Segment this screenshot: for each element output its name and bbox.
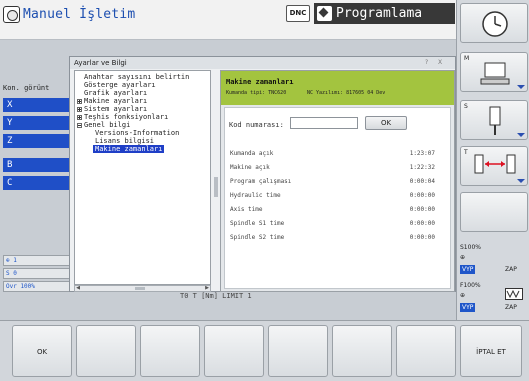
scroll-right-icon[interactable]: ▶ xyxy=(204,286,210,291)
collapse-icon[interactable] xyxy=(77,122,82,128)
softkey-cancel[interactable]: İPTAL ET xyxy=(460,325,522,377)
right-softkey-column: M S T S100% ⊕ VYP ZAP F100% ⊕ VYP ZAP xyxy=(456,0,529,320)
tool-status-value: 1 xyxy=(13,257,17,264)
softkey-6[interactable] xyxy=(332,325,392,377)
nc-software-label: NC Yazılımı: 817605 04 Dev xyxy=(307,90,386,96)
tree-item-machine-settings[interactable]: Makine ayarları xyxy=(77,97,147,105)
row-value-spindle-s2-time: 0:00:00 xyxy=(409,234,435,241)
close-icon[interactable]: X xyxy=(438,59,442,66)
dialog-title: Ayarlar ve Bilgi xyxy=(70,57,455,69)
override-status: Ovr 100% xyxy=(3,281,71,292)
manual-mode-icon xyxy=(3,5,20,23)
tree-item-keynumber[interactable]: Anahtar sayısını belirtin xyxy=(84,73,189,81)
softkey-2[interactable] xyxy=(76,325,136,377)
expand-icon[interactable] xyxy=(77,98,82,104)
machine-times-title: Makine zamanları xyxy=(226,78,294,86)
spindle-status: S 0 xyxy=(3,268,71,279)
axis-b: B xyxy=(3,158,71,172)
tree-item-label: Genel bilgi xyxy=(84,121,131,129)
machine-times-pane: Makine zamanları Kumanda tipi: TNC620 NC… xyxy=(220,70,455,292)
row-label-program-run: Program çalışması xyxy=(230,178,292,185)
machine-times-header: Makine zamanları Kumanda tipi: TNC620 NC… xyxy=(221,71,454,105)
operating-mode-label: Manuel İşletim xyxy=(23,6,136,22)
row-value-control-on: 1:23:07 xyxy=(409,150,435,157)
row-value-axis-time: 0:00:00 xyxy=(409,206,435,213)
feed-vyp-badge: VYP xyxy=(460,303,476,312)
scroll-thumb[interactable] xyxy=(135,287,145,290)
top-status-bar: Manuel İşletim DNC Programlama xyxy=(0,0,456,40)
row-value-hydraulic-time: 0:00:00 xyxy=(409,192,435,199)
axis-c: C xyxy=(3,176,71,190)
softkey-ok[interactable]: OK xyxy=(12,325,72,377)
tree-horizontal-scrollbar[interactable]: ◀ ▶ xyxy=(74,285,211,292)
row-label-control-on: Kumanda açık xyxy=(230,150,274,157)
row-value-machine-on: 1:22:32 xyxy=(409,164,435,171)
help-icon[interactable]: ? xyxy=(425,59,428,66)
spindle-softkey[interactable]: S xyxy=(460,100,528,140)
softkey-7[interactable] xyxy=(396,325,456,377)
scroll-left-icon[interactable]: ◀ xyxy=(75,286,81,291)
tree-item-system-settings[interactable]: Sistem ayarları xyxy=(77,105,147,113)
code-number-input[interactable] xyxy=(290,117,358,129)
dropdown-indicator-icon xyxy=(517,85,525,89)
tree-item-license[interactable]: Lisans bilgisi xyxy=(95,137,154,145)
code-ok-button[interactable]: OK xyxy=(365,116,407,130)
dnc-indicator: DNC xyxy=(286,5,310,22)
feed-override-value: F100% xyxy=(460,282,481,289)
clock-icon xyxy=(482,11,508,37)
tool-icon: ⊕ xyxy=(6,257,10,264)
softkey-4[interactable] xyxy=(204,325,264,377)
spindle-zap-label: ZAP xyxy=(505,266,517,273)
tree-item-label: Teşhis fonksiyonları xyxy=(84,113,169,121)
softkey-5[interactable] xyxy=(268,325,328,377)
tool-status: ⊕ 1 xyxy=(3,255,71,266)
tool-change-softkey[interactable]: T xyxy=(460,146,528,186)
clock-softkey[interactable] xyxy=(460,3,528,43)
operating-mode-manual[interactable]: Manuel İşletim xyxy=(3,4,135,24)
settings-tree: Anahtar sayısını belirtin Gösterge ayarl… xyxy=(74,70,211,285)
machine-softkey[interactable]: M xyxy=(460,52,528,92)
softkey-3[interactable] xyxy=(140,325,200,377)
programming-mode[interactable]: Programlama xyxy=(314,3,455,24)
expand-icon[interactable] xyxy=(77,106,82,112)
tree-item-versions[interactable]: Versions-Information xyxy=(95,129,179,137)
axis-z: Z xyxy=(3,134,71,148)
row-label-axis-time: Axis time xyxy=(230,206,263,213)
control-type-label: Kumanda tipi: TNC620 xyxy=(226,90,287,96)
row-label-spindle-s2-time: Spindle S2 time xyxy=(230,234,285,241)
settings-info-dialog: Ayarlar ve Bilgi ? X Anahtar sayısını be… xyxy=(69,56,456,292)
empty-softkey[interactable] xyxy=(460,192,528,232)
row-label-spindle-s1-time: Spindle S1 time xyxy=(230,220,285,227)
spindle-vyp-badge: VYP xyxy=(460,265,476,274)
tree-item-machine-times[interactable]: Makine zamanları xyxy=(93,145,165,153)
code-number-label: Kod numarası: xyxy=(229,121,284,129)
programming-mode-label: Programlama xyxy=(336,6,423,21)
feed-zap-label: ZAP xyxy=(505,304,517,311)
dropdown-indicator-icon xyxy=(517,179,525,183)
row-label-hydraulic-time: Hydraulic time xyxy=(230,192,281,199)
machine-times-body: Kod numarası: OK Kumanda açık 1:23:07 Ma… xyxy=(224,107,451,289)
programming-mode-icon xyxy=(317,6,332,21)
tree-item-label: Sistem ayarları xyxy=(84,105,148,113)
tree-item-general-info[interactable]: Genel bilgi xyxy=(77,121,130,129)
spindle-override-value: S100% xyxy=(460,244,481,251)
row-value-program-run: 0:00:04 xyxy=(409,178,435,185)
row-label-machine-on: Makine açık xyxy=(230,164,270,171)
pane-splitter[interactable] xyxy=(214,177,218,197)
tree-item-display-settings[interactable]: Gösterge ayarları xyxy=(84,81,156,89)
tree-item-graphic-settings[interactable]: Grafik ayarları xyxy=(84,89,147,97)
feed-override-icon: ⊕ xyxy=(460,292,466,299)
expand-icon[interactable] xyxy=(77,114,82,120)
feed-wave-icon xyxy=(505,288,523,300)
background-status-text: T0 T [Nm] LIMIT 1 xyxy=(180,292,252,300)
row-value-spindle-s1-time: 0:00:00 xyxy=(409,220,435,227)
position-display-label: Kon. görünt xyxy=(3,84,50,92)
axis-y: Y xyxy=(3,116,71,130)
axis-x: X xyxy=(3,98,71,112)
softkey-bar: OK İPTAL ET xyxy=(0,320,529,381)
tree-item-label: Makine ayarları xyxy=(84,97,148,105)
tree-item-diagnostics[interactable]: Teşhis fonksiyonları xyxy=(77,113,168,121)
dropdown-indicator-icon xyxy=(517,133,525,137)
spindle-override-icon: ⊕ xyxy=(460,254,466,261)
